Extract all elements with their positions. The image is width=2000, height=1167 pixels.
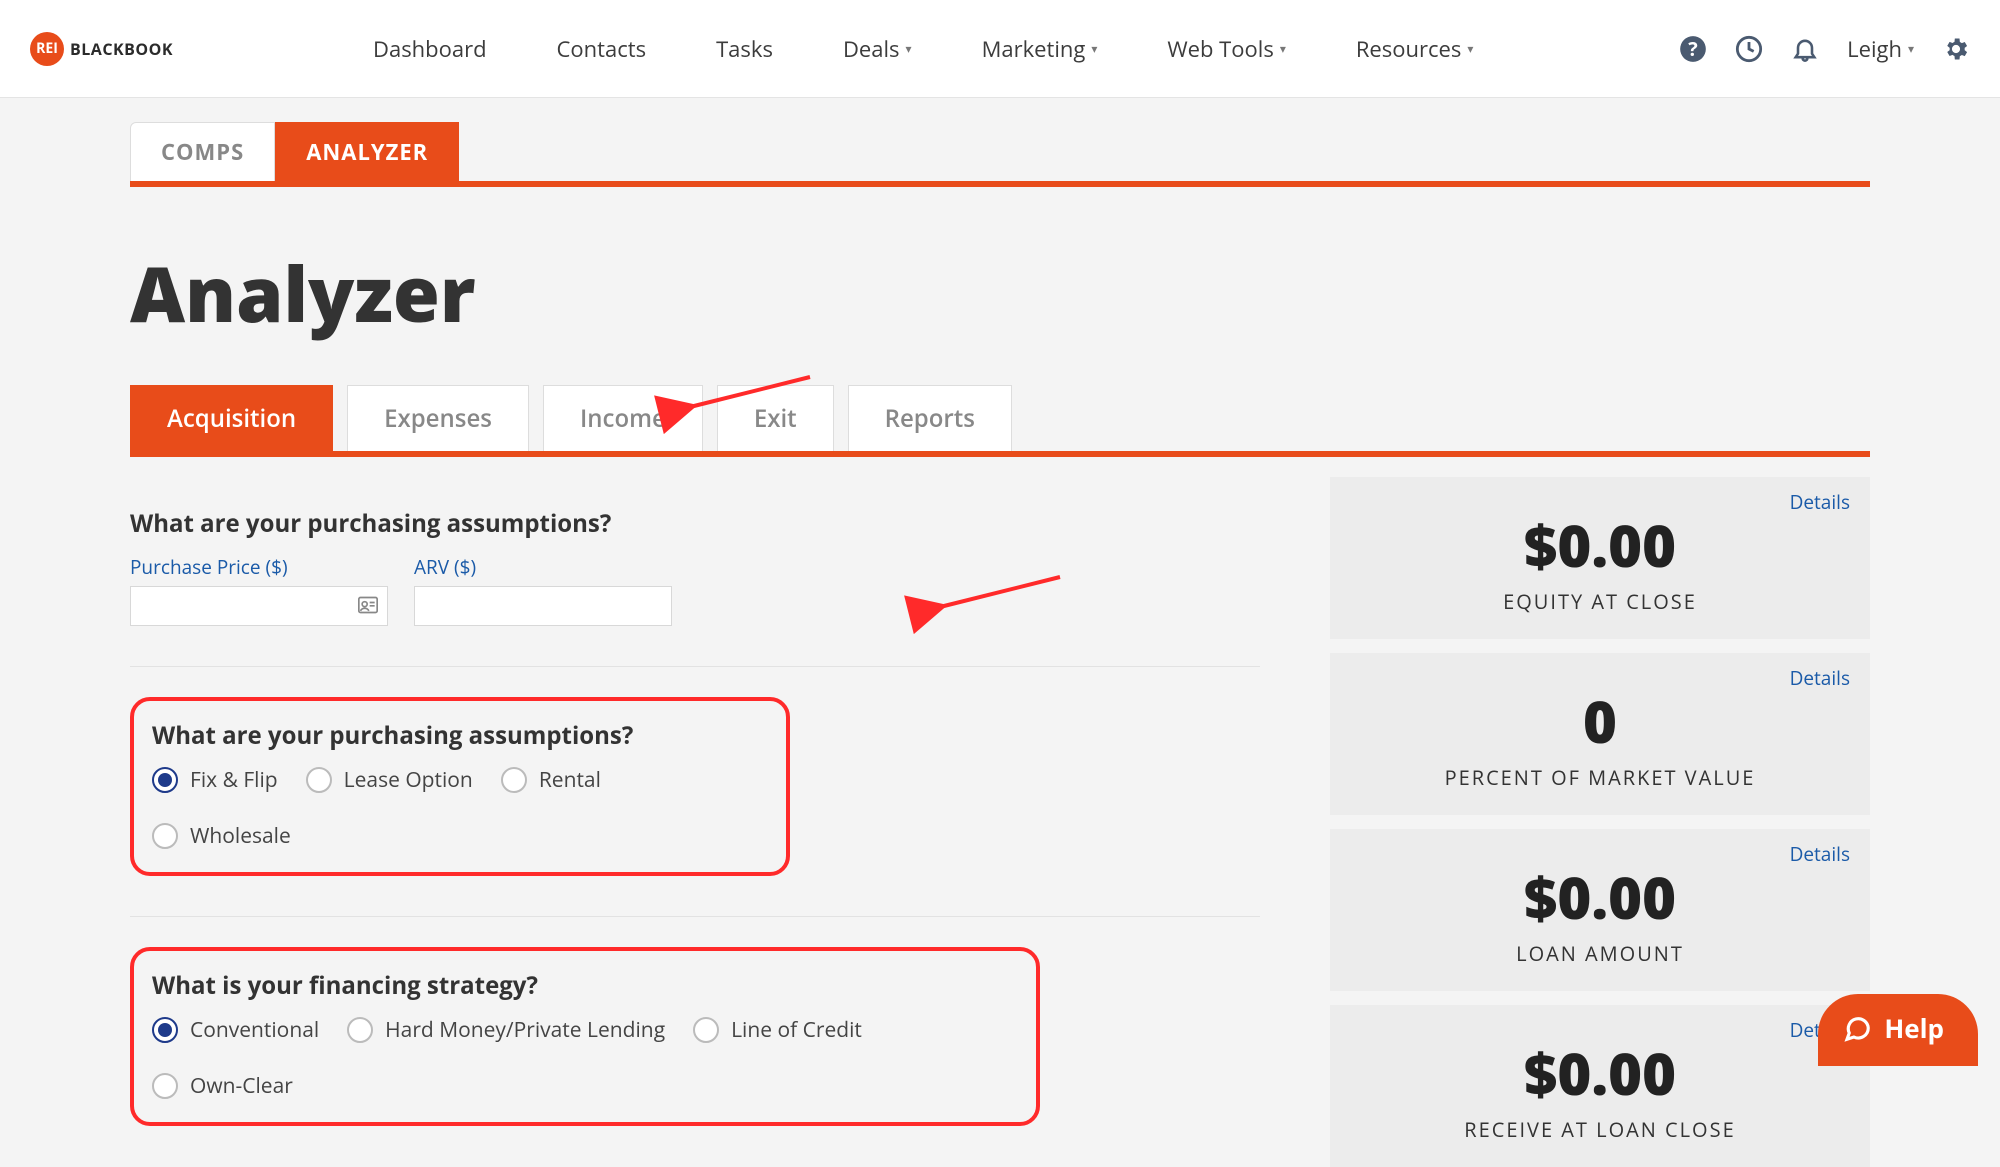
nav-resources-label: Resources (1356, 34, 1462, 64)
page: COMPS ANALYZER Analyzer Acquisition Expe… (0, 122, 2000, 1167)
strategy-highlight-1: What are your purchasing assumptions? Fi… (130, 697, 790, 876)
radio-label: Wholesale (190, 822, 291, 850)
form-area: What are your purchasing assumptions? Pu… (130, 477, 1290, 1167)
divider (130, 916, 1260, 917)
question-financing: What is your financing strategy? (152, 969, 1012, 1002)
subtab-expenses[interactable]: Expenses (347, 385, 529, 451)
nav-deals[interactable]: Deals ▾ (843, 34, 912, 64)
header-right: ? Leigh ▾ (1679, 34, 1970, 64)
chevron-down-icon: ▾ (1908, 40, 1914, 57)
nav-contacts[interactable]: Contacts (557, 34, 647, 64)
radio-label: Fix & Flip (190, 766, 278, 794)
nav-webtools[interactable]: Web Tools ▾ (1167, 34, 1286, 64)
financing-options: Conventional Hard Money/Private Lending … (152, 1016, 1012, 1100)
logo-text: BLACKBOOK (70, 38, 173, 60)
summary-panel: Details $0.00 EQUITY AT CLOSE Details 0 … (1330, 477, 1870, 1167)
radio-wholesale[interactable]: Wholesale (152, 822, 291, 850)
chat-icon (1842, 1013, 1872, 1043)
arv-input[interactable] (414, 586, 672, 626)
radio-label: Own-Clear (190, 1072, 293, 1100)
annotation-arrow-icon (680, 367, 820, 422)
top-tabs: COMPS ANALYZER (130, 122, 1870, 181)
divider (130, 666, 1260, 667)
bell-icon[interactable] (1791, 35, 1819, 63)
annotation-arrow-icon (930, 567, 1070, 622)
subtab-underline (130, 451, 1870, 457)
radio-label: Line of Credit (731, 1016, 862, 1044)
logo-badge: REI (30, 32, 64, 66)
tab-comps[interactable]: COMPS (130, 122, 275, 181)
details-link[interactable]: Details (1790, 841, 1850, 867)
question-purchasing-assumptions: What are your purchasing assumptions? (130, 507, 1260, 540)
subtab-acquisition[interactable]: Acquisition (130, 385, 333, 451)
arv-label: ARV ($) (414, 554, 672, 580)
financing-highlight: What is your financing strategy? Convent… (130, 947, 1040, 1126)
help-button[interactable]: Help (1818, 994, 1978, 1066)
details-link[interactable]: Details (1790, 489, 1850, 515)
chevron-down-icon: ▾ (1467, 40, 1473, 57)
subtab-income[interactable]: Income (543, 385, 703, 451)
summary-caption: PERCENT OF MARKET VALUE (1350, 764, 1850, 791)
strategy-options: Fix & Flip Lease Option Rental Wholesale (152, 766, 762, 850)
summary-value: $0.00 (1350, 857, 1850, 936)
svg-text:?: ? (1688, 35, 1697, 62)
radio-conventional[interactable]: Conventional (152, 1016, 319, 1044)
question-strategy: What are your purchasing assumptions? (152, 719, 762, 752)
summary-card-equity: Details $0.00 EQUITY AT CLOSE (1330, 477, 1870, 639)
help-label: Help (1884, 1010, 1944, 1046)
user-name: Leigh (1847, 34, 1902, 64)
summary-caption: LOAN AMOUNT (1350, 940, 1850, 967)
summary-card-receive: Details $0.00 RECEIVE AT LOAN CLOSE (1330, 1005, 1870, 1167)
nav-dashboard[interactable]: Dashboard (373, 34, 487, 64)
summary-caption: RECEIVE AT LOAN CLOSE (1350, 1116, 1850, 1143)
nav-tasks[interactable]: Tasks (716, 34, 773, 64)
nav-webtools-label: Web Tools (1167, 34, 1273, 64)
radio-line-of-credit[interactable]: Line of Credit (693, 1016, 862, 1044)
summary-value: $0.00 (1350, 505, 1850, 584)
field-purchase-price: Purchase Price ($) (130, 554, 388, 626)
radio-label: Lease Option (344, 766, 473, 794)
radio-fix-and-flip[interactable]: Fix & Flip (152, 766, 278, 794)
chevron-down-icon: ▾ (1280, 40, 1286, 57)
logo[interactable]: REI BLACKBOOK (30, 32, 173, 66)
gear-icon[interactable] (1942, 35, 1970, 63)
radio-label: Conventional (190, 1016, 319, 1044)
app-header: REI BLACKBOOK Dashboard Contacts Tasks D… (0, 0, 2000, 98)
subtab-reports[interactable]: Reports (848, 385, 1012, 451)
nav-marketing[interactable]: Marketing ▾ (982, 34, 1098, 64)
page-title: Analyzer (130, 242, 1870, 345)
summary-value: 0 (1350, 681, 1850, 760)
user-menu[interactable]: Leigh ▾ (1847, 34, 1914, 64)
radio-label: Hard Money/Private Lending (385, 1016, 665, 1044)
main-nav: Dashboard Contacts Tasks Deals ▾ Marketi… (373, 34, 1473, 64)
radio-hard-money[interactable]: Hard Money/Private Lending (347, 1016, 665, 1044)
radio-rental[interactable]: Rental (501, 766, 601, 794)
nav-deals-label: Deals (843, 34, 900, 64)
chevron-down-icon: ▾ (1091, 40, 1097, 57)
summary-value: $0.00 (1350, 1033, 1850, 1112)
summary-card-percent: Details 0 PERCENT OF MARKET VALUE (1330, 653, 1870, 815)
field-row: Purchase Price ($) ARV ($) (130, 554, 1260, 626)
summary-card-loan: Details $0.00 LOAN AMOUNT (1330, 829, 1870, 991)
nav-resources[interactable]: Resources ▾ (1356, 34, 1474, 64)
details-link[interactable]: Details (1790, 665, 1850, 691)
field-arv: ARV ($) (414, 554, 672, 626)
tab-underline (130, 181, 1870, 187)
purchase-price-input[interactable] (130, 586, 388, 626)
radio-label: Rental (539, 766, 601, 794)
nav-marketing-label: Marketing (982, 34, 1086, 64)
help-icon[interactable]: ? (1679, 35, 1707, 63)
content: What are your purchasing assumptions? Pu… (130, 477, 1870, 1167)
chevron-down-icon: ▾ (906, 40, 912, 57)
contact-card-icon[interactable] (358, 596, 378, 619)
summary-caption: EQUITY AT CLOSE (1350, 588, 1850, 615)
tab-analyzer[interactable]: ANALYZER (275, 122, 459, 181)
purchase-price-label: Purchase Price ($) (130, 554, 388, 580)
radio-lease-option[interactable]: Lease Option (306, 766, 473, 794)
sub-tabs: Acquisition Expenses Income Exit Reports (130, 385, 1870, 451)
clock-icon[interactable] (1735, 35, 1763, 63)
radio-own-clear[interactable]: Own-Clear (152, 1072, 293, 1100)
